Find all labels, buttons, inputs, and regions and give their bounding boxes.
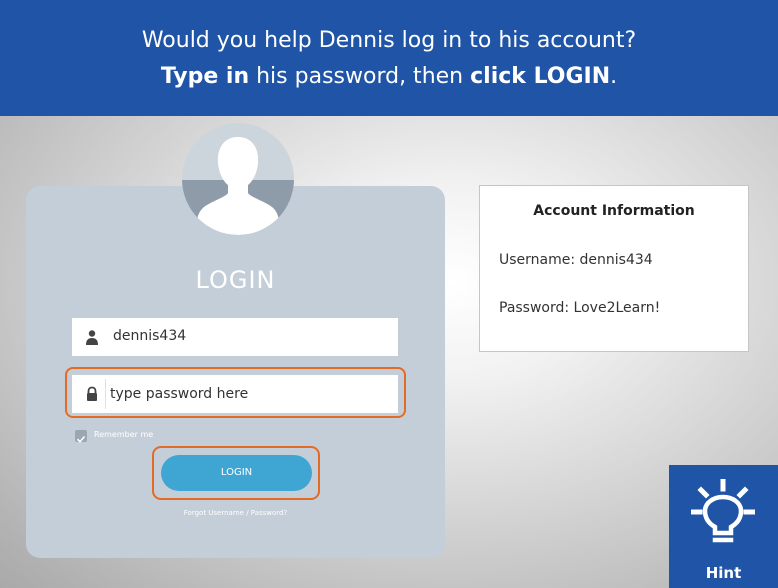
login-title: LOGIN xyxy=(195,266,276,294)
remember-me-label: Remember me xyxy=(94,430,154,439)
login-button[interactable]: LOGIN xyxy=(161,455,312,491)
instruction-text: his password, then xyxy=(249,64,471,89)
password-highlight xyxy=(65,367,406,418)
instruction-bold-type-in: Type in xyxy=(160,64,250,89)
lightbulb-icon xyxy=(691,479,755,543)
user-icon xyxy=(84,329,100,345)
instruction-bold-click-login: click LOGIN xyxy=(470,64,611,89)
forgot-credentials-link[interactable]: Forgot Username / Password? xyxy=(26,509,445,517)
instruction-line-1: Would you help Dennis log in to his acco… xyxy=(141,28,637,53)
username-field[interactable]: dennis434 xyxy=(72,318,398,356)
account-information-title: Account Information xyxy=(533,203,695,219)
avatar-icon xyxy=(182,123,294,235)
account-information-panel: Account Information Username: dennis434 … xyxy=(479,185,749,352)
username-value: dennis434 xyxy=(113,328,187,344)
instruction-period: . xyxy=(610,64,618,89)
account-username-text: Username: dennis434 xyxy=(499,252,653,268)
hint-button[interactable]: Hint xyxy=(669,465,778,588)
checkbox-checked-icon xyxy=(75,430,87,443)
account-password-text: Password: Love2Learn! xyxy=(499,300,661,316)
hint-label: Hint xyxy=(705,564,742,582)
instruction-banner: Would you help Dennis log in to his acco… xyxy=(0,0,778,116)
instruction-line-2: Type in his password, then click LOGIN. xyxy=(0,64,778,89)
